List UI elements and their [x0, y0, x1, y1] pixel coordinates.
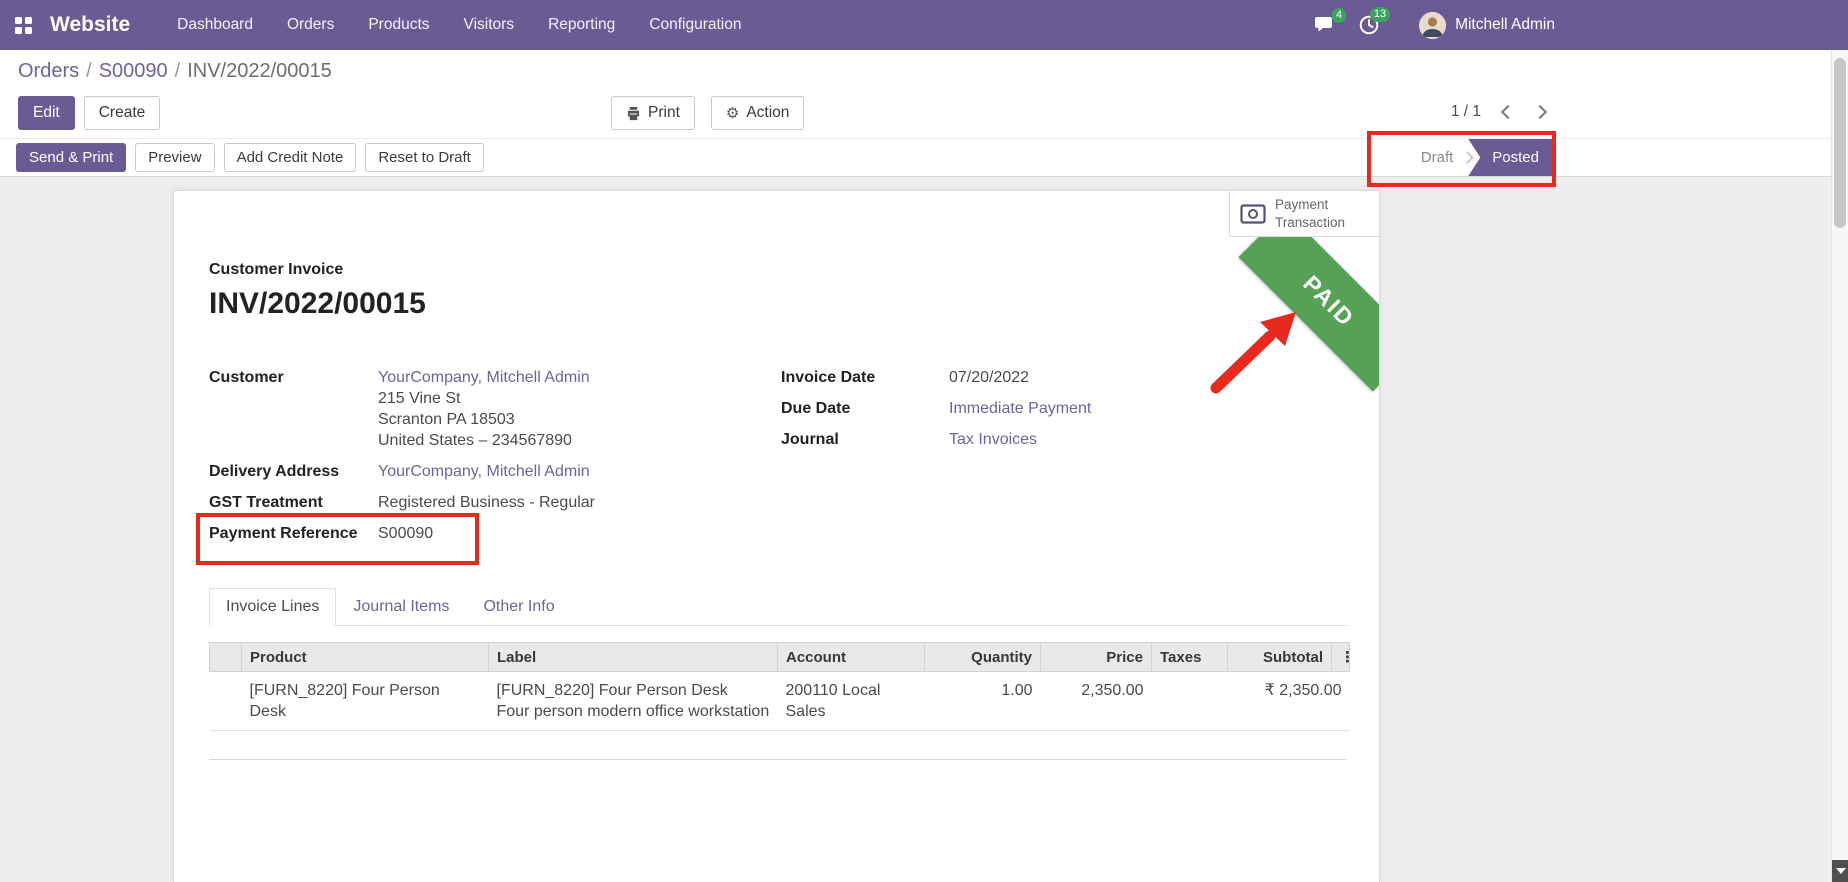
column-price[interactable]: Price — [1041, 643, 1152, 672]
nav-item-products[interactable]: Products — [351, 0, 446, 50]
gear-icon: ⚙ — [726, 106, 739, 121]
apps-grid-icon — [15, 17, 32, 34]
field-due-date: Due Date Immediate Payment — [781, 398, 1347, 419]
breadcrumb: Orders / S00090 / INV/2022/00015 — [18, 60, 332, 83]
breadcrumb-sale-order[interactable]: S00090 — [99, 60, 168, 82]
user-avatar — [1419, 12, 1446, 39]
navbar-systray: 4 13 Mitchell Admin — [1314, 0, 1555, 50]
action-button[interactable]: ⚙ Action — [711, 96, 805, 130]
invoice-lines-table: Product Label Account Quantity Price Tax… — [209, 642, 1350, 731]
reset-to-draft-button[interactable]: Reset to Draft — [365, 143, 484, 172]
section-divider — [209, 759, 1347, 760]
table-row[interactable]: [FURN_8220] Four Person Desk [FURN_8220]… — [210, 672, 1350, 731]
messages-button[interactable]: 4 — [1314, 16, 1335, 34]
table-header-row: Product Label Account Quantity Price Tax… — [210, 643, 1350, 672]
cell-product: [FURN_8220] Four Person Desk — [242, 672, 489, 731]
nav-item-reporting[interactable]: Reporting — [531, 0, 632, 50]
field-invoice-date: Invoice Date 07/20/2022 — [781, 367, 1347, 388]
scrollbar-down-button[interactable] — [1832, 860, 1848, 882]
due-date-link[interactable]: Immediate Payment — [949, 398, 1091, 419]
cell-account: 200110 Local Sales — [778, 672, 925, 731]
payment-transaction-button[interactable]: Payment Transaction — [1229, 190, 1380, 237]
breadcrumb-current: INV/2022/00015 — [187, 60, 332, 82]
printer-icon — [626, 106, 641, 121]
cell-quantity: 1.00 — [925, 672, 1041, 731]
cell-subtotal: ₹ 2,350.00 — [1228, 672, 1350, 731]
activities-count-badge: 13 — [1370, 7, 1390, 22]
field-customer: Customer YourCompany, Mitchell Admin 215… — [209, 367, 781, 451]
column-product[interactable]: Product — [242, 643, 489, 672]
top-navbar: Website Dashboard Orders Products Visito… — [0, 0, 1848, 50]
activities-button[interactable]: 13 — [1359, 15, 1379, 35]
tab-journal-items[interactable]: Journal Items — [336, 588, 466, 626]
customer-link[interactable]: YourCompany, Mitchell Admin — [378, 369, 590, 386]
pager-count: 1 / 1 — [1451, 103, 1481, 121]
cell-handle — [210, 672, 242, 731]
column-taxes[interactable]: Taxes — [1152, 643, 1228, 672]
status-stage-draft[interactable]: Draft — [1411, 149, 1464, 166]
delivery-address-link[interactable]: YourCompany, Mitchell Admin — [378, 461, 590, 482]
pager-previous-button[interactable] — [1501, 105, 1515, 119]
nav-item-dashboard[interactable]: Dashboard — [160, 0, 270, 50]
content-background: Payment Transaction PAID Customer Invoic… — [0, 177, 1831, 882]
customer-address-line: Scranton PA 18503 — [378, 411, 515, 428]
journal-link[interactable]: Tax Invoices — [949, 429, 1037, 450]
status-widget: Draft Posted — [1411, 139, 1553, 176]
messages-count-badge: 4 — [1332, 8, 1346, 23]
nav-item-orders[interactable]: Orders — [270, 0, 351, 50]
customer-address-line: United States – 234567890 — [378, 432, 572, 449]
field-gst-treatment: GST Treatment Registered Business - Regu… — [209, 492, 781, 513]
column-label[interactable]: Label — [489, 643, 778, 672]
tab-invoice-lines[interactable]: Invoice Lines — [209, 588, 336, 626]
chevron-right-icon — [1461, 151, 1474, 164]
optional-columns-button[interactable]: ⋮ — [1332, 643, 1350, 672]
column-quantity[interactable]: Quantity — [925, 643, 1041, 672]
form-statusbar: Send & Print Preview Add Credit Note Res… — [0, 138, 1831, 177]
create-button[interactable]: Create — [84, 96, 161, 130]
breadcrumb-orders[interactable]: Orders — [18, 60, 79, 82]
tab-other-info[interactable]: Other Info — [466, 588, 571, 626]
pager: 1 / 1 — [1451, 103, 1545, 121]
print-button[interactable]: Print — [611, 96, 695, 130]
vertical-scrollbar[interactable] — [1831, 50, 1848, 882]
user-menu[interactable]: Mitchell Admin — [1419, 12, 1555, 39]
status-stage-posted[interactable]: Posted — [1468, 139, 1553, 176]
add-credit-note-button[interactable]: Add Credit Note — [224, 143, 357, 172]
user-name: Mitchell Admin — [1455, 16, 1555, 34]
cell-taxes — [1152, 672, 1228, 731]
invoice-number-title: INV/2022/00015 — [209, 287, 1347, 321]
field-payment-reference: Payment Reference S00090 — [209, 523, 781, 544]
apps-menu-button[interactable] — [0, 0, 46, 50]
payment-transaction-label: Payment Transaction — [1275, 196, 1345, 231]
cell-price: 2,350.00 — [1041, 672, 1152, 731]
customer-address-line: 215 Vine St — [378, 390, 460, 407]
field-journal: Journal Tax Invoices — [781, 429, 1347, 450]
field-delivery-address: Delivery Address YourCompany, Mitchell A… — [209, 461, 781, 482]
pager-next-button[interactable] — [1533, 105, 1547, 119]
banknote-icon — [1240, 204, 1266, 224]
edit-button[interactable]: Edit — [18, 96, 75, 130]
invoice-sheet: Payment Transaction PAID Customer Invoic… — [173, 190, 1380, 882]
nav-item-configuration[interactable]: Configuration — [632, 0, 758, 50]
column-drag-handle — [210, 643, 242, 672]
breadcrumb-separator: / — [86, 60, 92, 82]
nav-item-visitors[interactable]: Visitors — [447, 0, 532, 50]
notebook-tabs: Invoice Lines Journal Items Other Info — [209, 588, 1347, 626]
scrollbar-thumb[interactable] — [1834, 58, 1846, 228]
column-account[interactable]: Account — [778, 643, 925, 672]
document-type-label: Customer Invoice — [209, 261, 1347, 279]
send-print-button[interactable]: Send & Print — [16, 143, 126, 172]
preview-button[interactable]: Preview — [135, 143, 214, 172]
column-subtotal[interactable]: Subtotal — [1228, 643, 1332, 672]
cell-label: [FURN_8220] Four Person Desk Four person… — [489, 672, 778, 731]
breadcrumb-separator: / — [175, 60, 181, 82]
app-brand[interactable]: Website — [50, 13, 130, 37]
